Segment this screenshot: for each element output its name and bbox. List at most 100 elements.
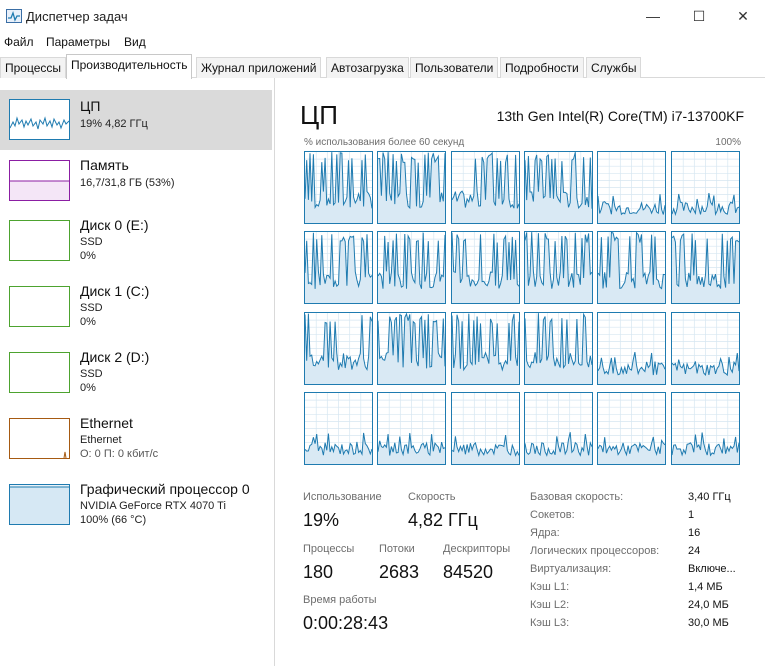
- sidebar-ethernet-sub: Ethernet: [80, 434, 122, 446]
- graph-caption: % использования более 60 секунд: [304, 137, 465, 148]
- logical-processor-graph: [597, 311, 667, 385]
- threads-label: Потоки: [379, 543, 415, 555]
- task-manager-app-icon: [6, 9, 22, 23]
- tab-startup[interactable]: Автозагрузка: [326, 57, 409, 78]
- sidebar-item-disk0[interactable]: Диск 0 (E:) SSD 0%: [0, 216, 272, 276]
- tab-bar: Процессы Производительность Журнал прило…: [0, 54, 765, 79]
- processes-label: Процессы: [303, 543, 355, 555]
- spec-label-cores: Ядра:: [530, 527, 560, 539]
- graph-max-label: 100%: [715, 137, 741, 148]
- cpu-model-name: 13th Gen Intel(R) Core(TM) i7-13700KF: [496, 108, 744, 124]
- logical-processor-graph: [597, 151, 667, 224]
- logical-processor-graph: [523, 231, 593, 305]
- uptime-label: Время работы: [303, 594, 377, 606]
- spec-label-sockets: Сокетов:: [530, 509, 575, 521]
- sidebar-item-disk2[interactable]: Диск 2 (D:) SSD 0%: [0, 348, 272, 408]
- usage-value: 19%: [303, 510, 340, 530]
- spec-label-cache-l1: Кэш L1:: [530, 581, 570, 593]
- logical-processor-graph: [597, 231, 667, 305]
- cpu-detail-panel: ЦП 13th Gen Intel(R) Core(TM) i7-13700KF…: [276, 78, 765, 666]
- sidebar-memory-title: Память: [80, 157, 129, 173]
- close-button[interactable]: ✕: [720, 0, 765, 32]
- usage-label: Использование: [303, 491, 382, 503]
- spec-value-sockets: 1: [688, 509, 695, 521]
- tab-users[interactable]: Пользователи: [410, 57, 499, 78]
- sidebar-disk0-usage: 0%: [80, 250, 96, 262]
- logical-processor-graph: [670, 311, 740, 385]
- logical-processor-graph: [450, 391, 520, 465]
- sidebar-disk1-usage: 0%: [80, 316, 96, 328]
- uptime-value: 0:00:28:43: [303, 613, 389, 633]
- logical-processor-graph: [377, 391, 447, 465]
- gpu-thumbnail-graph: [9, 484, 70, 525]
- logical-processor-graph: [523, 151, 593, 224]
- sidebar-cpu-sub: 19% 4,82 ГГц: [80, 118, 148, 130]
- logical-processor-graph: [523, 311, 593, 385]
- disk1-thumbnail-graph: [9, 286, 70, 327]
- maximize-button[interactable]: ☐: [676, 0, 722, 32]
- spec-label-cache-l2: Кэш L2:: [530, 599, 570, 611]
- sidebar-gpu-usage: 100% (66 °C): [80, 514, 147, 526]
- tab-processes[interactable]: Процессы: [0, 57, 67, 78]
- sidebar-gpu-model: NVIDIA GeForce RTX 4070 Ti: [80, 500, 226, 512]
- spec-value-logical-processors: 24: [688, 545, 701, 557]
- logical-processor-graphs[interactable]: [304, 151, 744, 465]
- sidebar-disk1-type: SSD: [80, 302, 103, 314]
- speed-label: Скорость: [408, 491, 456, 503]
- window-title: Диспетчер задач: [26, 9, 128, 24]
- disk2-thumbnail-graph: [9, 352, 70, 393]
- spec-label-cache-l3: Кэш L3:: [530, 617, 570, 629]
- sidebar-disk2-type: SSD: [80, 368, 103, 380]
- sidebar-item-cpu[interactable]: ЦП 19% 4,82 ГГц: [0, 90, 272, 150]
- logical-processor-graph: [377, 231, 447, 305]
- title-bar[interactable]: Диспетчер задач — ☐ ✕: [0, 0, 765, 32]
- logical-processor-graph: [670, 391, 740, 465]
- logical-processor-graph: [597, 391, 667, 465]
- spec-value-virtualization: Включе...: [688, 563, 736, 575]
- logical-processor-graph: [304, 311, 373, 385]
- sidebar-item-ethernet[interactable]: Ethernet Ethernet О: 0 П: 0 кбит/с: [0, 414, 272, 474]
- processes-value: 180: [303, 562, 334, 582]
- menu-params[interactable]: Параметры: [46, 35, 110, 49]
- sidebar-item-gpu[interactable]: Графический процессор 0 NVIDIA GeForce R…: [0, 480, 272, 540]
- sidebar-gpu-title: Графический процессор 0: [80, 481, 250, 497]
- sidebar-memory-sub: 16,7/31,8 ГБ (53%): [80, 177, 175, 189]
- logical-processor-graph: [377, 151, 447, 224]
- spec-value-cache-l2: 24,0 МБ: [688, 599, 729, 611]
- speed-value: 4,82 ГГц: [408, 510, 478, 530]
- sidebar-ethernet-title: Ethernet: [80, 415, 133, 431]
- cpu-thumbnail-graph: [9, 99, 70, 140]
- task-manager-window: Диспетчер задач — ☐ ✕ Файл Параметры Вид…: [0, 0, 765, 666]
- spec-label-logical-processors: Логических процессоров:: [530, 545, 660, 557]
- sidebar-disk2-title: Диск 2 (D:): [80, 349, 150, 365]
- tab-app-history[interactable]: Журнал приложений: [196, 57, 322, 78]
- handles-label: Дескрипторы: [443, 543, 511, 555]
- menu-file[interactable]: Файл: [4, 35, 34, 49]
- sidebar-disk1-title: Диск 1 (C:): [80, 283, 150, 299]
- logical-processor-graph: [377, 311, 447, 385]
- sidebar-disk0-title: Диск 0 (E:): [80, 217, 149, 233]
- tab-services[interactable]: Службы: [586, 57, 642, 78]
- disk0-thumbnail-graph: [9, 220, 70, 261]
- menu-bar: Файл Параметры Вид: [0, 32, 765, 52]
- spec-value-cache-l3: 30,0 МБ: [688, 617, 729, 629]
- sidebar-item-disk1[interactable]: Диск 1 (C:) SSD 0%: [0, 282, 272, 342]
- handles-value: 84520: [443, 562, 494, 582]
- spec-value-cache-l1: 1,4 МБ: [688, 581, 723, 593]
- logical-processor-graph: [450, 311, 520, 385]
- cpu-title: ЦП: [300, 100, 338, 130]
- spec-label-virtualization: Виртуализация:: [530, 563, 612, 575]
- logical-processor-graph: [304, 151, 373, 224]
- sidebar-cpu-title: ЦП: [80, 98, 101, 114]
- sidebar-disk0-type: SSD: [80, 236, 103, 248]
- tab-performance[interactable]: Производительность: [66, 54, 193, 79]
- logical-processor-graph: [670, 151, 740, 224]
- spec-value-base-speed: 3,40 ГГц: [688, 491, 731, 503]
- logical-processor-graph: [450, 231, 520, 305]
- minimize-button[interactable]: —: [630, 0, 676, 32]
- sidebar-item-memory[interactable]: Память 16,7/31,8 ГБ (53%): [0, 156, 272, 216]
- tab-details[interactable]: Подробности: [500, 57, 584, 78]
- resource-sidebar: ЦП 19% 4,82 ГГц Память 16,7/31,8 ГБ (53%…: [0, 78, 275, 666]
- logical-processor-graph: [670, 231, 740, 305]
- menu-view[interactable]: Вид: [124, 35, 146, 49]
